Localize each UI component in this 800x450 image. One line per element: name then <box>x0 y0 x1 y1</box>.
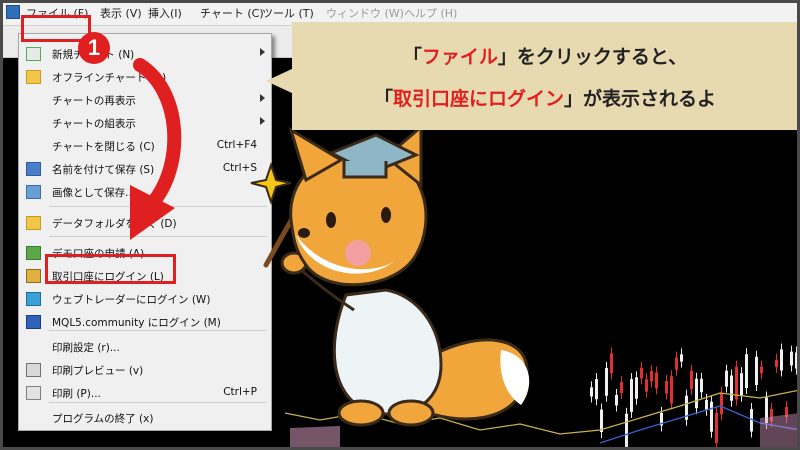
file-menu-item[interactable]: 印刷 (P)... Ctrl+P <box>19 382 271 404</box>
file-menu-item[interactable]: プログラムの終了 (x) <box>19 407 271 429</box>
file-menu-item[interactable]: ウェブトレーダーにログイン (W) <box>19 288 271 310</box>
candle-body <box>740 373 743 396</box>
menu-help[interactable]: ヘルプ (H) <box>404 5 457 21</box>
print-preview-icon <box>26 363 41 377</box>
candle-body <box>795 352 798 369</box>
candle-body <box>755 356 758 385</box>
candle-body <box>790 351 793 366</box>
fox-character-illustration <box>250 125 530 427</box>
curved-arrow-icon <box>130 58 182 240</box>
candle-body <box>680 354 683 362</box>
user-key-icon <box>26 269 41 283</box>
callout-line-1: 「ファイル」をクリックすると、 <box>402 46 688 68</box>
app-icon <box>6 5 20 19</box>
file-menu-item-label: ウェブトレーダーにログイン (W) <box>52 294 211 306</box>
candle-body <box>635 377 638 399</box>
file-menu-item-label: 印刷設定 (r)... <box>52 342 120 354</box>
candle-body <box>725 370 728 387</box>
print-icon <box>26 386 41 400</box>
menu-chart[interactable]: チャート (C) <box>200 5 264 21</box>
candle-body <box>760 366 763 374</box>
submenu-arrow-icon <box>260 94 265 102</box>
candle-body <box>705 400 708 410</box>
candle-body <box>665 380 668 394</box>
callout-keyword-login: 取引口座にログイン <box>392 88 564 110</box>
menu-separator <box>49 402 267 403</box>
candle-body <box>745 354 748 388</box>
candle-body <box>710 401 713 432</box>
fox-nose <box>298 228 310 238</box>
candle-body <box>650 371 653 382</box>
candle-body <box>775 359 778 367</box>
candle-body <box>625 413 628 447</box>
sparkle-icon <box>250 161 292 206</box>
menu-insert[interactable]: 挿入(I) <box>148 5 182 21</box>
fox-eye-right <box>381 207 391 223</box>
menu-separator <box>49 330 267 331</box>
callout-keyword-file: ファイル <box>421 46 498 68</box>
fox-eye-left <box>326 212 336 228</box>
user-add-icon <box>26 246 41 260</box>
file-menu-item-label: プログラムの終了 (x) <box>52 413 154 425</box>
candle-body <box>605 367 608 396</box>
candle-body <box>590 387 593 397</box>
file-menu-item-label: 印刷プレビュー (v) <box>52 365 144 377</box>
highlight-login-item <box>45 254 176 284</box>
menu-tools[interactable]: ツール (T) <box>262 5 314 21</box>
cloud-band-right <box>760 413 800 450</box>
submenu-arrow-icon <box>260 48 265 56</box>
candle-body <box>610 353 613 374</box>
file-menu-item[interactable]: 印刷設定 (r)... <box>19 336 271 358</box>
candle-body <box>670 376 673 404</box>
callout-line-2: 「取引口座にログイン」が表示されるよ <box>373 88 717 110</box>
save-icon <box>26 162 41 176</box>
fox-foot-right <box>387 399 435 427</box>
candle-body <box>720 392 723 415</box>
candle-body <box>630 379 633 412</box>
file-menu-item[interactable]: 印刷プレビュー (v) <box>19 359 271 381</box>
submenu-arrow-icon <box>260 117 265 125</box>
candle-body <box>620 382 623 394</box>
candle-body <box>700 378 703 393</box>
fox-foot-left <box>337 399 385 427</box>
candle-body <box>640 367 643 379</box>
candle-body <box>690 370 693 390</box>
candle-body <box>655 372 658 389</box>
callout-tail <box>266 68 294 94</box>
mql5-icon <box>26 315 41 329</box>
web-icon <box>26 292 41 306</box>
candle-body <box>695 378 698 409</box>
candle-body <box>780 349 783 371</box>
step-number-badge: 1 <box>78 32 110 64</box>
candle-body <box>645 379 648 392</box>
menu-window[interactable]: ウィンドウ (W) <box>326 5 404 21</box>
file-menu-item-label: MQL5.community にログイン (M) <box>52 317 221 329</box>
folder-icon <box>26 216 41 230</box>
folder-icon <box>26 70 41 84</box>
callout-box: 「ファイル」をクリックすると、 「取引口座にログイン」が表示されるよ <box>292 22 798 130</box>
fox-cheek <box>345 240 371 266</box>
graduation-cap-band <box>342 161 388 179</box>
menu-view[interactable]: 表示 (V) <box>100 5 142 21</box>
candle-body <box>615 395 618 406</box>
candle-body <box>730 375 733 401</box>
candle-body <box>715 412 718 443</box>
new-chart-icon <box>26 47 41 61</box>
image-save-icon <box>26 185 41 199</box>
candle-body <box>595 379 598 400</box>
candle-body <box>675 357 678 370</box>
file-menu-item-label: 印刷 (P)... <box>52 388 101 400</box>
